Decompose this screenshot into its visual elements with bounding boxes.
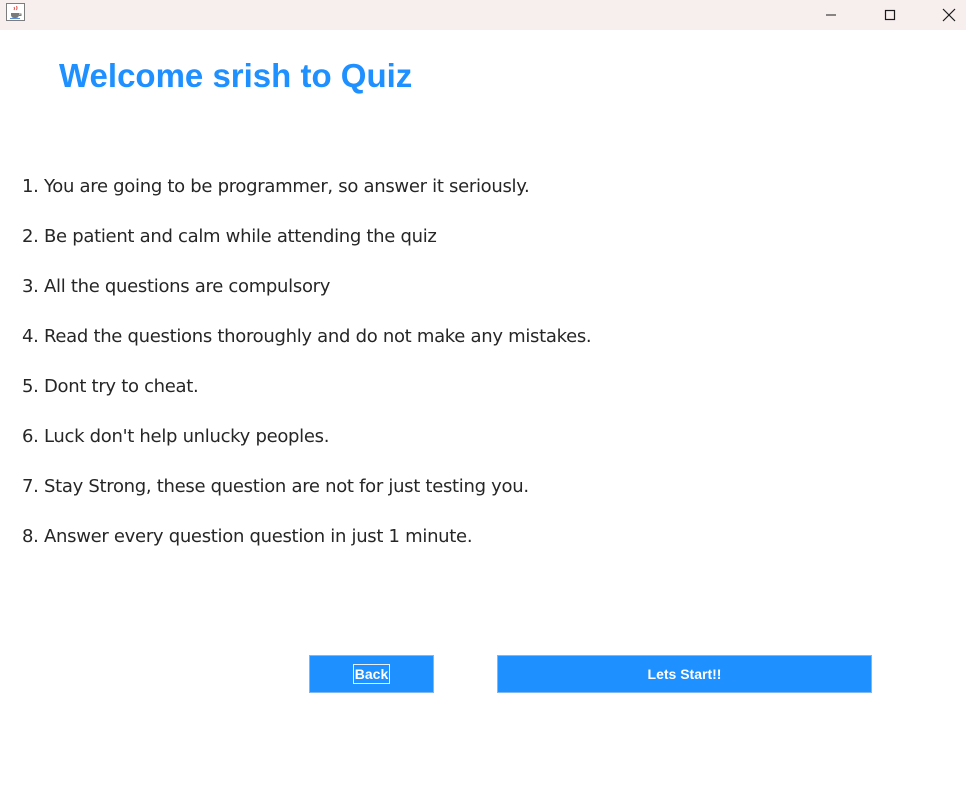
rule-item-3: 3. All the questions are compulsory (22, 276, 331, 297)
maximize-button[interactable] (861, 0, 919, 30)
rule-item-8: 8. Answer every question question in jus… (22, 526, 473, 547)
maximize-icon (884, 9, 896, 21)
back-button-label: Back (352, 664, 391, 684)
minimize-icon (826, 14, 836, 16)
rule-item-7: 7. Stay Strong, these question are not f… (22, 476, 529, 497)
minimize-button[interactable] (802, 0, 860, 30)
page-title: Welcome srish to Quiz (59, 57, 413, 94)
rules-list: 1. You are going to be programmer, so an… (22, 172, 592, 572)
rule-item-6: 6. Luck don't help unlucky peoples. (22, 426, 330, 447)
quiz-rules-window: Welcome srish to Quiz 1. You are going t… (0, 0, 966, 792)
rule-item-2: 2. Be patient and calm while attending t… (22, 226, 437, 247)
close-button[interactable] (920, 0, 966, 30)
close-icon (942, 8, 956, 22)
rule-item-5: 5. Dont try to cheat. (22, 376, 199, 397)
rule-item-4: 4. Read the questions thoroughly and do … (22, 326, 592, 347)
java-cup-icon[interactable] (6, 3, 25, 21)
back-button[interactable]: Back (309, 655, 434, 693)
rule-item-1: 1. You are going to be programmer, so an… (22, 176, 530, 197)
title-bar[interactable] (0, 0, 966, 30)
start-quiz-button[interactable]: Lets Start!! (497, 655, 872, 693)
start-button-label: Lets Start!! (647, 666, 722, 682)
